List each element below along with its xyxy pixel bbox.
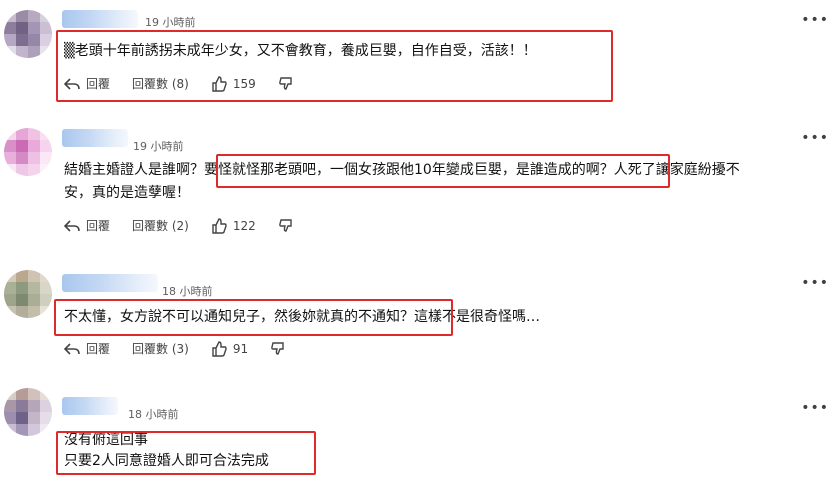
replies-count-button[interactable]: 回覆數 (8) bbox=[132, 75, 189, 92]
avatar[interactable] bbox=[4, 270, 52, 318]
reply-icon bbox=[64, 342, 80, 355]
comment-timestamp: 19 小時前 bbox=[133, 140, 184, 153]
reply-button[interactable]: 回覆 bbox=[64, 217, 110, 234]
replies-count-button[interactable]: 回覆數 (3) bbox=[132, 340, 189, 357]
reply-icon bbox=[64, 77, 80, 90]
comment-timestamp: 18 小時前 bbox=[128, 408, 179, 421]
like-button[interactable]: 159 bbox=[211, 75, 256, 92]
thumbs-down-icon bbox=[278, 218, 292, 232]
comment-text-line-2: 安，真的是造孽喔！ bbox=[64, 185, 190, 201]
comment-text-line-1: 結婚主婚證人是誰啊？要怪就怪那老頭吧，一個女孩跟他10年變成巨嬰，是誰造成的啊？… bbox=[64, 162, 740, 178]
like-button[interactable]: 122 bbox=[211, 217, 256, 234]
dislike-button[interactable] bbox=[270, 341, 286, 357]
more-options-icon[interactable]: ••• bbox=[801, 400, 829, 416]
comment-timestamp: 19 小時前 bbox=[145, 16, 196, 29]
thumbs-up-icon bbox=[212, 75, 227, 92]
thumbs-up-icon bbox=[212, 340, 227, 357]
dislike-button[interactable] bbox=[278, 218, 294, 234]
more-options-icon[interactable]: ••• bbox=[801, 130, 829, 146]
comment-text: ▒老頭十年前誘拐未成年少女，又不會教育，養成巨嬰，自作自受，活該！！ bbox=[64, 43, 537, 59]
reply-button[interactable]: 回覆 bbox=[64, 340, 110, 357]
username-blurred[interactable] bbox=[62, 129, 128, 147]
avatar[interactable] bbox=[4, 10, 52, 58]
comment-actions: 回覆 回覆數 (3) 91 bbox=[64, 340, 308, 357]
comment-text-line-2: 只要2人同意證婚人即可合法完成 bbox=[64, 453, 269, 469]
thumbs-up-icon bbox=[212, 217, 227, 234]
comment-actions: 回覆 回覆數 (8) 159 bbox=[64, 75, 316, 92]
comment-text: 不太懂，女方說不可以通知兒子，然後妳就真的不通知？這樣不是很奇怪嗎… bbox=[64, 309, 540, 325]
thumbs-down-icon bbox=[278, 76, 292, 90]
username-blurred[interactable] bbox=[62, 10, 138, 28]
username-blurred[interactable] bbox=[62, 274, 158, 292]
thumbs-down-icon bbox=[271, 341, 284, 355]
dislike-button[interactable] bbox=[278, 76, 294, 92]
like-button[interactable]: 91 bbox=[211, 340, 248, 357]
reply-icon bbox=[64, 219, 80, 232]
avatar[interactable] bbox=[4, 388, 52, 436]
comment-timestamp: 18 小時前 bbox=[162, 285, 213, 298]
avatar[interactable] bbox=[4, 128, 52, 176]
username-blurred[interactable] bbox=[62, 397, 118, 415]
reply-button[interactable]: 回覆 bbox=[64, 75, 110, 92]
more-options-icon[interactable]: ••• bbox=[801, 275, 829, 291]
more-options-icon[interactable]: ••• bbox=[801, 12, 829, 28]
comment-actions: 回覆 回覆數 (2) 122 bbox=[64, 217, 316, 234]
replies-count-button[interactable]: 回覆數 (2) bbox=[132, 217, 189, 234]
comment-text-line-1: 沒有俯這回事 bbox=[64, 432, 148, 448]
